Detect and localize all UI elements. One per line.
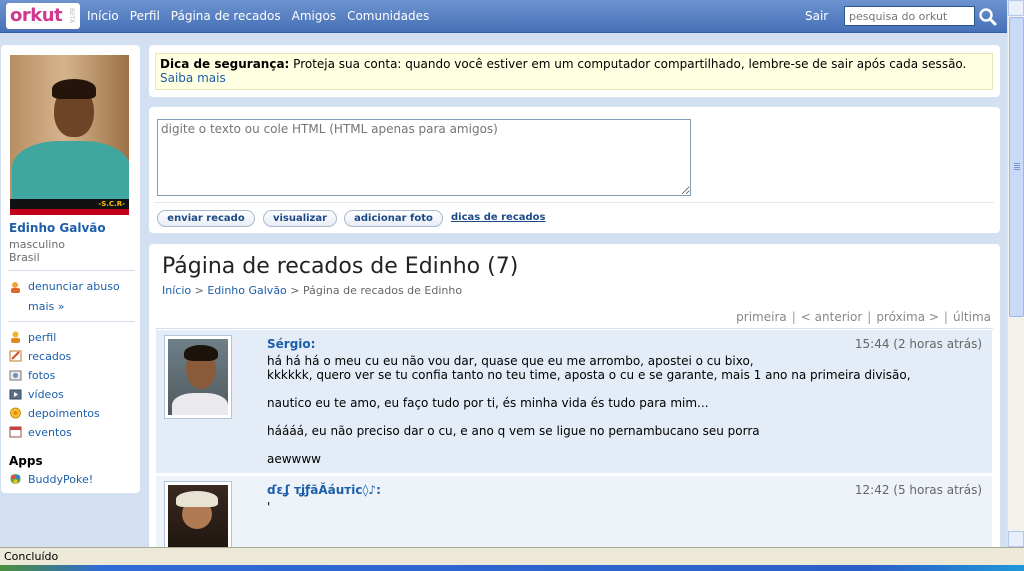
scrap-line: ' xyxy=(267,500,271,514)
pagination: primeira | < anterior | próxima > | última xyxy=(736,310,991,324)
profile-name[interactable]: Edinho Galvão xyxy=(9,221,106,235)
more-link[interactable]: mais » xyxy=(28,300,64,313)
orkut-logo[interactable]: orkut BETA xyxy=(6,3,80,29)
scraps-icon xyxy=(9,350,22,362)
nav-inicio[interactable]: Início xyxy=(87,9,119,23)
divider xyxy=(8,270,135,271)
sidebar-item-depoimentos[interactable]: depoimentos xyxy=(28,407,100,420)
pager-last[interactable]: última xyxy=(953,310,991,324)
tip-text: Proteja sua conta: quando você estiver e… xyxy=(289,57,967,71)
search-input[interactable] xyxy=(844,6,975,26)
profile-gender: masculino xyxy=(9,238,66,251)
scrap-line: aewwww xyxy=(267,452,321,466)
breadcrumb-inicio[interactable]: Início xyxy=(162,284,191,297)
nav-comunidades[interactable]: Comunidades xyxy=(347,9,429,23)
events-icon xyxy=(9,426,22,438)
testimonials-icon xyxy=(10,407,21,419)
photo-caption: -S.C.R- xyxy=(98,200,125,208)
security-tip-box: Dica de segurança: Proteja sua conta: qu… xyxy=(155,53,993,90)
sidebar-item-fotos[interactable]: fotos xyxy=(28,369,55,382)
logout-link[interactable]: Sair xyxy=(805,9,828,23)
divider xyxy=(155,328,993,329)
scrap-line xyxy=(267,410,982,424)
divider xyxy=(154,202,994,203)
breadcrumb-profile[interactable]: Edinho Galvão xyxy=(207,284,286,297)
search-icon[interactable] xyxy=(978,7,998,27)
page-title: Página de recados de Edinho (7) xyxy=(162,254,519,279)
scroll-down-arrow-icon[interactable] xyxy=(1008,531,1024,547)
taskbar-strip xyxy=(0,565,1024,571)
pager-next[interactable]: próxima > xyxy=(876,310,939,324)
scrap-line xyxy=(267,382,982,396)
compose-scrap-panel: enviar recado visualizar adicionar foto … xyxy=(149,107,1000,233)
scrap-line: kkkkkk, quero ver se tu confia tanto no … xyxy=(267,368,911,382)
send-scrap-button[interactable]: enviar recado xyxy=(157,210,255,227)
sidebar-item-recados[interactable]: recados xyxy=(28,350,71,363)
scrap-author-avatar[interactable] xyxy=(164,481,232,547)
scrap-timestamp: 12:42 (5 horas atrás) xyxy=(854,483,982,497)
scrap-author-avatar[interactable] xyxy=(164,335,232,419)
preview-button[interactable]: visualizar xyxy=(263,210,337,227)
scrap-line: háááá, eu não preciso dar o cu, e ano q … xyxy=(267,424,760,438)
scrap-message: ' xyxy=(267,500,982,514)
profile-icon xyxy=(11,331,20,343)
sidebar-item-videos[interactable]: vídeos xyxy=(28,388,64,401)
profile-photo[interactable]: -S.C.R- xyxy=(10,55,129,215)
sidebar-item-perfil[interactable]: perfil xyxy=(28,331,56,344)
breadcrumb-current: Página de recados de Edinho xyxy=(303,284,463,297)
scroll-thumb[interactable] xyxy=(1009,17,1024,317)
report-icon xyxy=(11,282,20,293)
pager-first[interactable]: primeira xyxy=(736,310,787,324)
learn-more-link[interactable]: Saiba mais xyxy=(160,71,226,85)
scroll-up-arrow-icon[interactable] xyxy=(1008,0,1024,16)
logo-text: orkut xyxy=(10,5,63,26)
scrap-line: nautico eu te amo, eu faço tudo por ti, … xyxy=(267,396,709,410)
scrapbook-panel: Página de recados de Edinho (7) Início >… xyxy=(149,244,1000,547)
scrap-line: há há há o meu cu eu não vou dar, quase … xyxy=(267,354,754,368)
scrap-author-name[interactable]: Sérgio: xyxy=(267,337,315,351)
scrap-timestamp: 15:44 (2 horas atrás) xyxy=(854,337,982,351)
logo-beta: BETA xyxy=(68,8,75,24)
photos-icon xyxy=(9,370,22,381)
add-photo-button[interactable]: adicionar foto xyxy=(344,210,443,227)
scrap-author-name[interactable]: ɗɛʆ тʝƒãӐáuтic◊♪: xyxy=(267,483,381,497)
scrap-textarea[interactable] xyxy=(157,119,691,196)
videos-icon xyxy=(9,389,22,400)
scrap-item: Sérgio: 15:44 (2 horas atrás) há há há o… xyxy=(156,330,992,473)
scrap-line xyxy=(267,438,982,452)
apps-heading: Apps xyxy=(9,454,43,468)
status-text: Concluído xyxy=(4,550,59,563)
profile-sidebar: -S.C.R- Edinho Galvão masculino Brasil d… xyxy=(1,45,140,493)
scrap-message: há há há o meu cu eu não vou dar, quase … xyxy=(267,354,982,466)
top-navigation-bar: orkut BETA Início Perfil Página de recad… xyxy=(0,0,1007,33)
nav-amigos[interactable]: Amigos xyxy=(292,9,336,23)
app-buddypoke[interactable]: BuddyPoke! xyxy=(28,473,93,486)
security-tip-panel: Dica de segurança: Proteja sua conta: qu… xyxy=(149,45,1000,97)
buddypoke-icon xyxy=(10,474,21,484)
report-abuse-link[interactable]: denunciar abuso xyxy=(28,280,120,293)
scrap-tips-link[interactable]: dicas de recados xyxy=(451,212,546,223)
tip-title: Dica de segurança: xyxy=(160,57,290,71)
main-nav: Início Perfil Página de recados Amigos C… xyxy=(87,9,429,23)
nav-perfil[interactable]: Perfil xyxy=(130,9,160,23)
browser-status-bar: Concluído xyxy=(0,547,1024,565)
breadcrumb: Início > Edinho Galvão > Página de recad… xyxy=(162,284,463,297)
divider xyxy=(8,321,135,322)
scrap-item: ɗɛʆ тʝƒãӐáuтic◊♪: 12:42 (5 horas atrás) … xyxy=(156,476,992,547)
sidebar-item-eventos[interactable]: eventos xyxy=(28,426,72,439)
pager-previous[interactable]: < anterior xyxy=(801,310,862,324)
vertical-scrollbar[interactable] xyxy=(1007,0,1024,547)
profile-country: Brasil xyxy=(9,251,40,264)
nav-pagina-de-recados[interactable]: Página de recados xyxy=(171,9,281,23)
